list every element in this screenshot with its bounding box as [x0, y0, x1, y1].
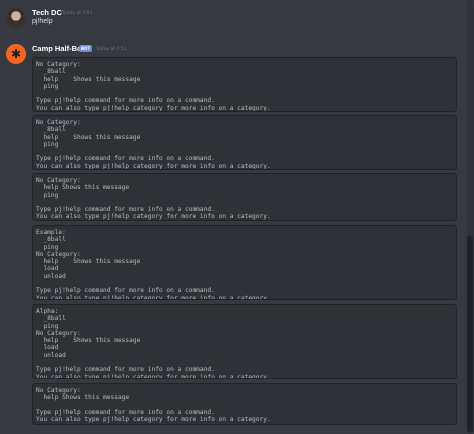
author-name[interactable]: Camp Half-Bot	[32, 44, 84, 53]
code-block: No Category: help Shows this message Typ…	[32, 383, 457, 425]
code-block: No Category: help Shows this message pin…	[32, 173, 457, 221]
camp-half-bot-logo-icon: ✱	[10, 47, 22, 61]
message-timestamp: Today at 7:51	[96, 47, 127, 52]
bot-avatar[interactable]: ✱	[6, 44, 26, 64]
code-block: No Category: _8ball help Shows this mess…	[32, 115, 457, 170]
message-text: pj!help	[32, 18, 53, 25]
code-block: No Category: _8ball help Shows this mess…	[32, 57, 457, 112]
bot-badge: BOT	[79, 45, 93, 52]
message-timestamp: Today at 7:51	[62, 11, 93, 16]
user-avatar[interactable]	[6, 8, 26, 28]
code-block: Alpha: _8ball ping No Category: help Sho…	[32, 304, 457, 379]
code-block: Example: _8ball ping No Category: help S…	[32, 225, 457, 300]
scrollbar-thumb[interactable]	[467, 236, 473, 432]
author-name[interactable]: Tech DC	[32, 8, 62, 17]
